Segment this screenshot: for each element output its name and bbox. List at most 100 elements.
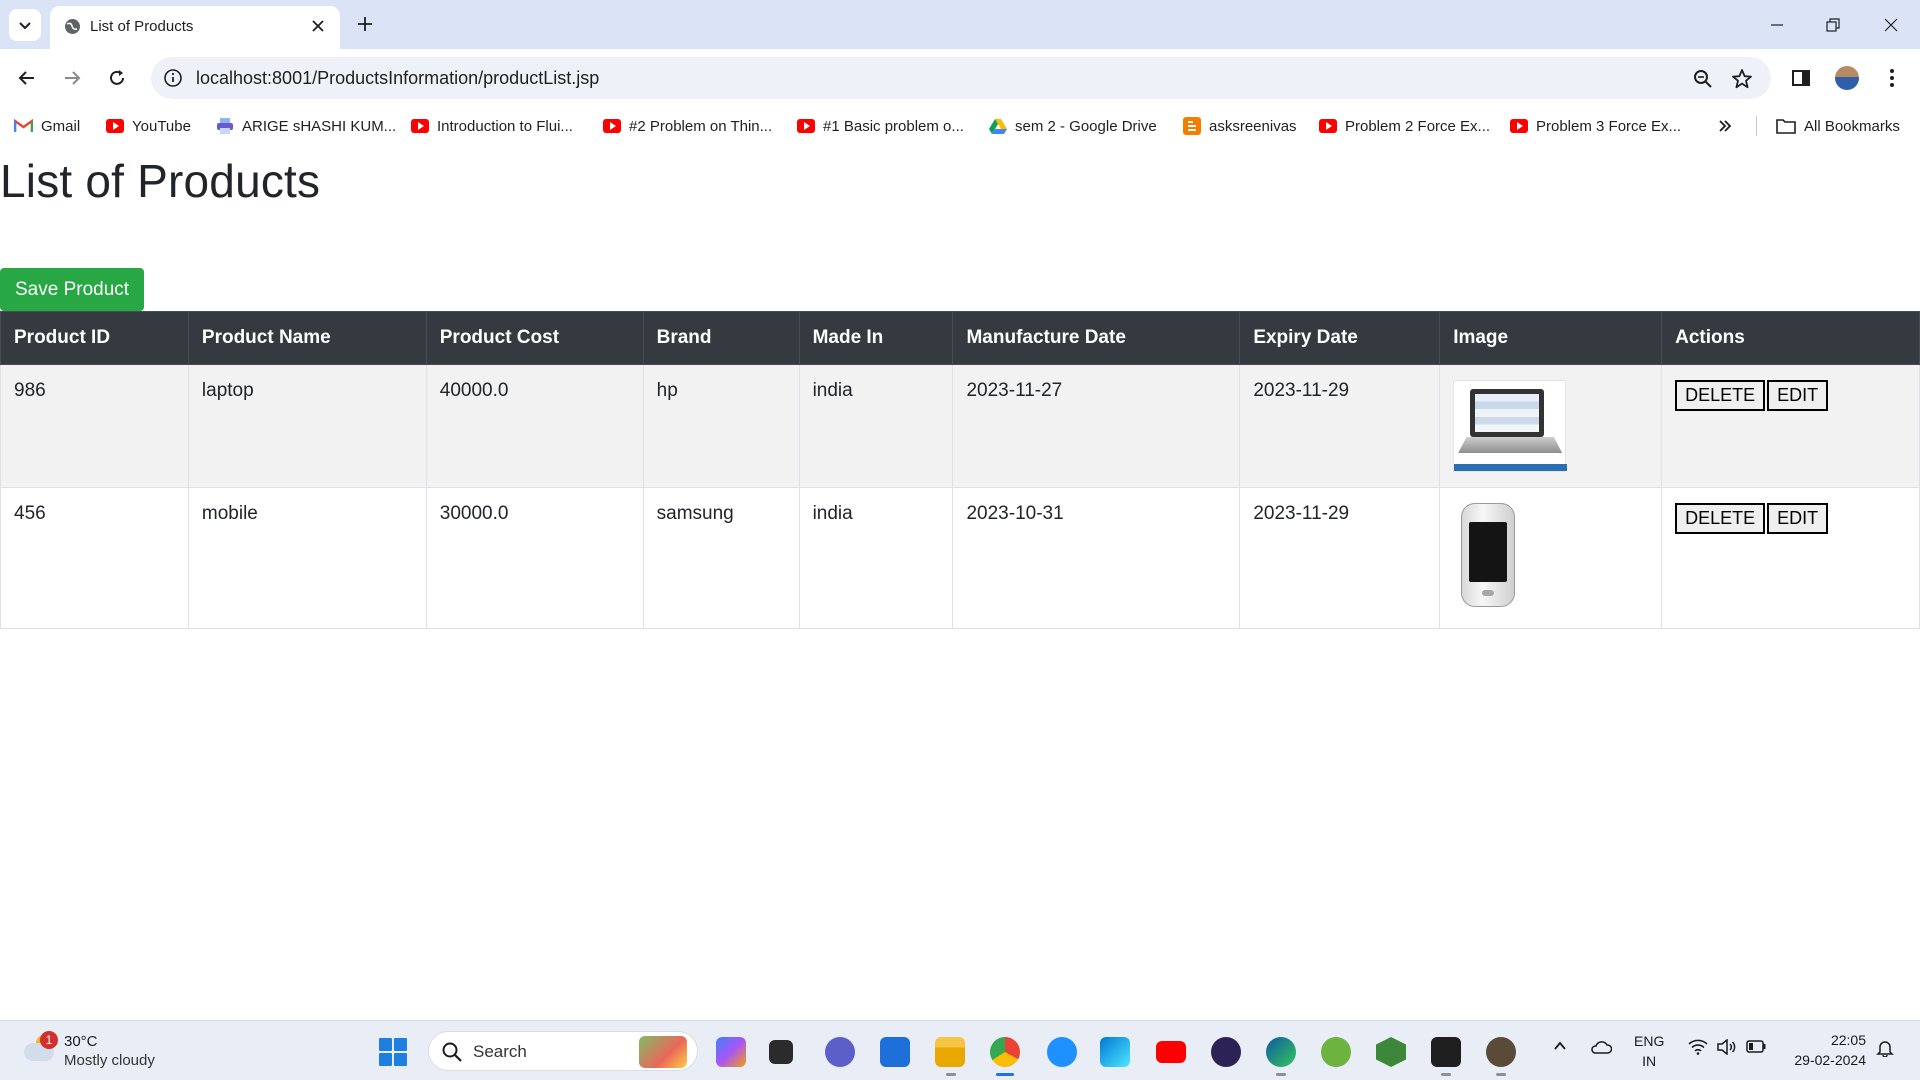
url-text[interactable]: localhost:8001/ProductsInformation/produ… [196, 68, 599, 89]
youtube-icon [797, 119, 815, 133]
onedrive-button[interactable] [1590, 1040, 1613, 1057]
printer-icon [217, 118, 233, 134]
region-code: IN [1642, 1053, 1657, 1069]
browser-toolbar: localhost:8001/ProductsInformation/produ… [0, 49, 1920, 108]
cell-image [1439, 487, 1663, 629]
search-placeholder: Search [473, 1042, 527, 1061]
close-tab-button[interactable] [308, 16, 328, 36]
minimize-button[interactable] [1762, 10, 1792, 40]
youtube-app-icon[interactable] [1156, 1041, 1186, 1063]
edit-button[interactable]: EDIT [1767, 503, 1829, 534]
wifi-icon [1688, 1039, 1708, 1055]
page-content: List of Products Save Product Product ID… [0, 144, 1920, 1020]
cell-brand: samsung [642, 487, 800, 629]
cell-manufacture-date: 2023-11-27 [952, 364, 1241, 488]
eclipse-icon[interactable] [1211, 1037, 1241, 1067]
restore-button[interactable] [1818, 10, 1848, 40]
system-clock[interactable]: 22:05 29-02-2024 [1794, 1030, 1866, 1070]
address-bar[interactable]: localhost:8001/ProductsInformation/produ… [151, 57, 1771, 99]
table-row: 986 laptop 40000.0 hp india 2023-11-27 2… [0, 364, 1920, 488]
myhp-icon[interactable] [880, 1037, 910, 1067]
plus-icon [358, 17, 372, 31]
cell-expiry-date: 2023-11-29 [1239, 364, 1441, 488]
bookmark-google-drive[interactable]: sem 2 - Google Drive [989, 115, 1157, 137]
bookmark-basic-problem[interactable]: #1 Basic problem o... [797, 115, 964, 137]
cell-product-cost: 30000.0 [425, 487, 644, 629]
weather-condition: Mostly cloudy [64, 1052, 155, 1069]
tab-search-button[interactable] [9, 9, 41, 41]
cloud-icon [1591, 1041, 1613, 1054]
task-view-icon[interactable] [769, 1040, 793, 1064]
volume-button[interactable] [1716, 1038, 1736, 1058]
bookmark-problem-2-thin[interactable]: #2 Problem on Thin... [603, 115, 772, 137]
cell-image [1439, 364, 1663, 488]
bookmark-label: Problem 2 Force Ex... [1345, 117, 1491, 135]
chrome-icon[interactable] [990, 1037, 1020, 1067]
bookmark-star-button[interactable] [1731, 68, 1753, 90]
blogger-icon [1183, 117, 1201, 135]
cell-brand: hp [642, 364, 800, 488]
more-bookmarks-button[interactable] [1718, 115, 1732, 137]
youtube-icon [411, 119, 429, 133]
file-explorer-icon[interactable] [935, 1037, 965, 1067]
side-panel-button[interactable] [1787, 64, 1815, 92]
cell-expiry-date: 2023-11-29 [1239, 487, 1441, 629]
bookmark-problem-3-force[interactable]: Problem 3 Force Ex... [1510, 115, 1681, 137]
bookmarks-bar: Gmail YouTube ARIGE sHASHI KUM... Introd… [0, 108, 1920, 144]
taskbar-search[interactable]: Search [428, 1031, 698, 1071]
bookmark-arige[interactable]: ARIGE sHASHI KUM... [216, 115, 396, 137]
help-icon[interactable] [1047, 1037, 1077, 1067]
language-indicator[interactable]: ENG IN [1634, 1031, 1664, 1071]
save-product-button[interactable]: Save Product [0, 268, 145, 311]
profile-button[interactable] [1833, 64, 1861, 92]
copilot-icon[interactable] [716, 1037, 746, 1067]
menu-button[interactable] [1878, 64, 1906, 92]
table-header-row: Product ID Product Name Product Cost Bra… [0, 311, 1920, 365]
bookmark-asksreenivas[interactable]: asksreenivas [1183, 115, 1297, 137]
wifi-button[interactable] [1688, 1039, 1708, 1058]
terminal-icon[interactable] [1431, 1037, 1461, 1067]
bookmark-problem-2-force[interactable]: Problem 2 Force Ex... [1319, 115, 1490, 137]
products-table: Product ID Product Name Product Cost Bra… [0, 311, 1920, 629]
zoom-button[interactable] [1692, 68, 1714, 90]
tab-title: List of Products [90, 18, 194, 35]
spring-tools-icon[interactable] [1321, 1037, 1351, 1067]
delete-button[interactable]: DELETE [1675, 380, 1766, 411]
site-info-icon[interactable] [163, 68, 183, 88]
minimize-icon [1771, 24, 1783, 26]
bookmark-label: ARIGE sHASHI KUM... [242, 117, 397, 135]
bookmark-youtube[interactable]: YouTube [106, 115, 191, 137]
app-active-indicator [996, 1073, 1014, 1076]
nodejs-icon[interactable] [1376, 1037, 1406, 1067]
header-actions: Actions [1661, 311, 1920, 365]
close-window-button[interactable] [1876, 10, 1906, 40]
teams-icon[interactable] [825, 1037, 855, 1067]
volume-icon [1717, 1038, 1736, 1056]
show-hidden-icons-button[interactable] [1553, 1039, 1567, 1056]
reload-button[interactable] [102, 63, 132, 93]
bookmark-label: Introduction to Flui... [437, 117, 573, 135]
table-row: 456 mobile 30000.0 samsung india 2023-10… [0, 487, 1920, 629]
forward-button[interactable] [57, 63, 87, 93]
app-icon[interactable] [1486, 1037, 1516, 1067]
cell-product-name: laptop [187, 364, 427, 488]
bookmark-introduction-fluid[interactable]: Introduction to Flui... [411, 115, 573, 137]
all-bookmarks-button[interactable]: All Bookmarks [1776, 115, 1900, 137]
bookmark-gmail[interactable]: Gmail [14, 115, 80, 137]
active-tab[interactable]: List of Products [50, 6, 340, 49]
language-code: ENG [1634, 1033, 1665, 1049]
bookmark-label: sem 2 - Google Drive [1015, 117, 1157, 135]
star-icon [1732, 69, 1752, 89]
edge-icon[interactable] [1266, 1037, 1296, 1067]
back-button[interactable] [12, 63, 42, 93]
start-button[interactable] [379, 1038, 407, 1066]
battery-button[interactable] [1746, 1040, 1766, 1056]
search-highlight-image [639, 1036, 687, 1068]
delete-button[interactable]: DELETE [1675, 503, 1766, 534]
chevron-up-icon [1554, 1041, 1566, 1050]
app-running-indicator [1496, 1073, 1506, 1076]
microsoft-store-icon[interactable] [1100, 1037, 1130, 1067]
new-tab-button[interactable] [352, 11, 378, 37]
edit-button[interactable]: EDIT [1767, 380, 1829, 411]
notifications-button[interactable] [1876, 1039, 1894, 1060]
